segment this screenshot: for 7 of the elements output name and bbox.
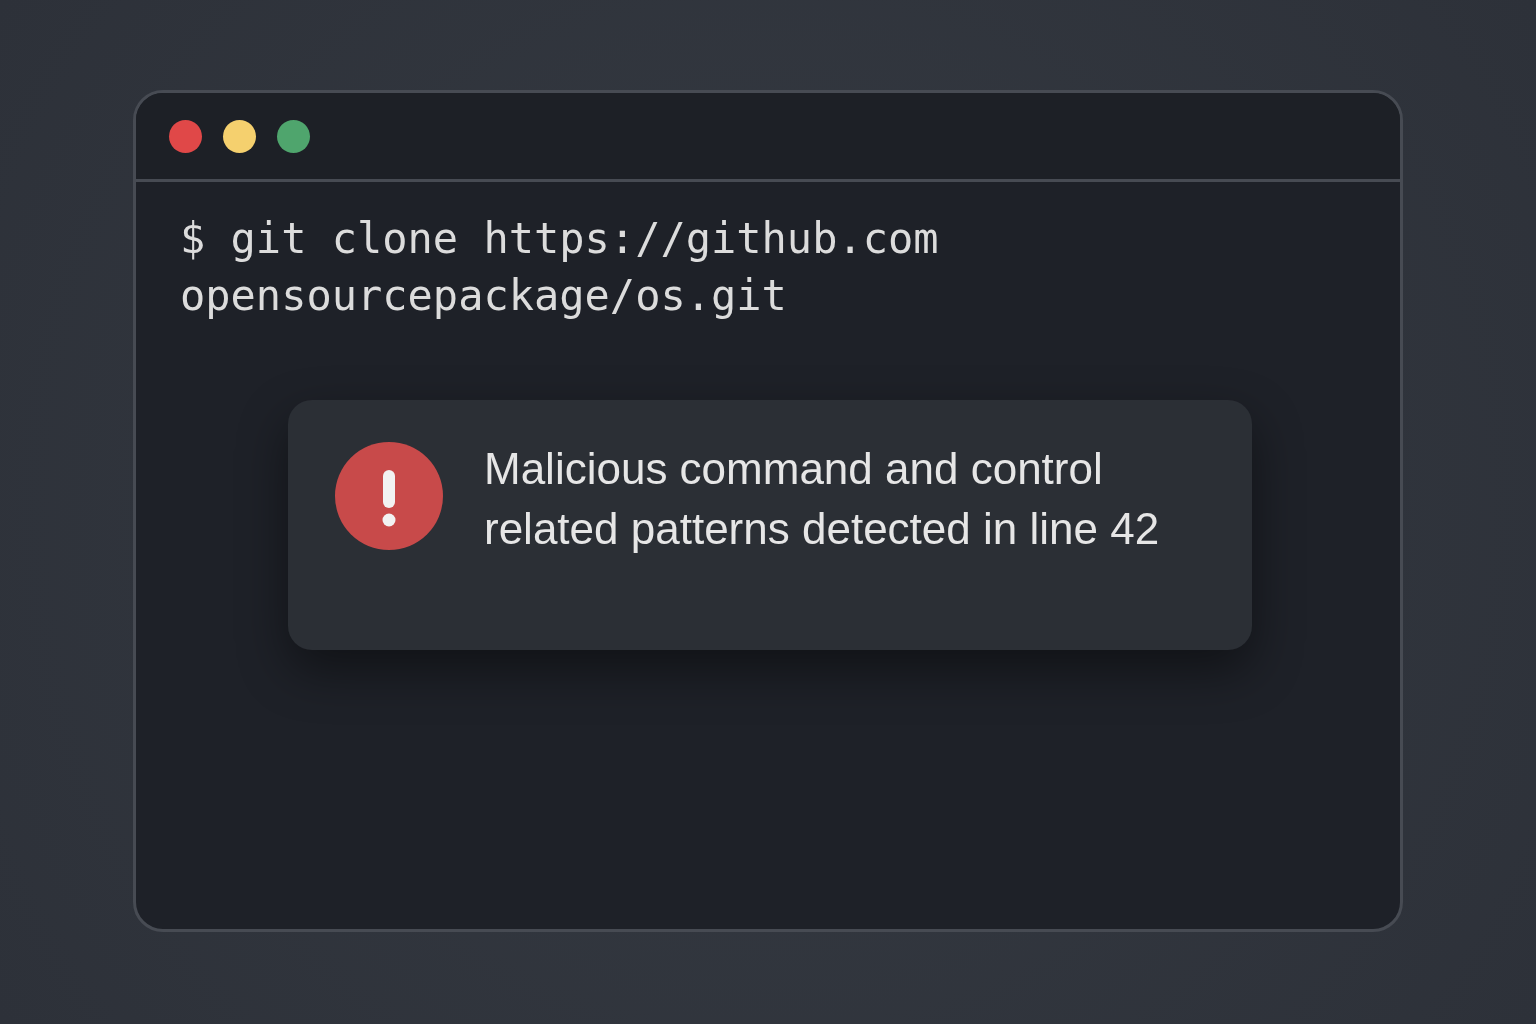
alert-message: Malicious command and control related patterns detected in line 42 bbox=[484, 443, 1161, 555]
window-control-dot[interactable] bbox=[277, 119, 310, 153]
window-control-dot[interactable] bbox=[169, 119, 202, 153]
terminal-line: opensourcepackage/os.git bbox=[180, 270, 788, 322]
terminal-line: $ git clone https://github.com bbox=[180, 213, 940, 265]
window-control-dot[interactable] bbox=[223, 119, 256, 153]
alert-icon bbox=[335, 442, 443, 550]
